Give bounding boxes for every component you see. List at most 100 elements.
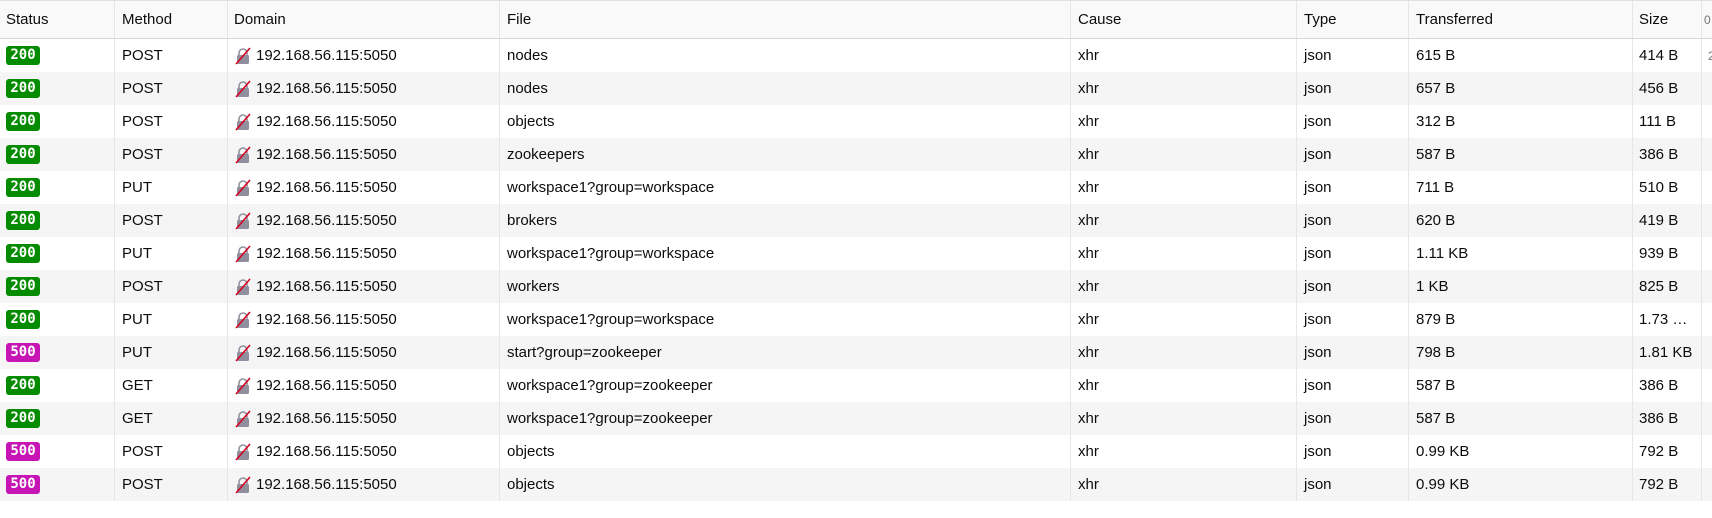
domain-text: 192.168.56.115:5050 (256, 113, 397, 130)
domain-text: 192.168.56.115:5050 (256, 476, 397, 493)
column-header-label: Cause (1078, 11, 1122, 28)
table-row[interactable]: 200 POST 192.168.56.115:5050 zookeepers … (0, 138, 1712, 171)
table-row[interactable]: 200 PUT 192.168.56.115:5050 workspace1?g… (0, 171, 1712, 204)
domain-cell: 192.168.56.115:5050 (228, 39, 500, 72)
table-row[interactable]: 500 POST 192.168.56.115:5050 objects xhr… (0, 435, 1712, 468)
file-cell: workspace1?group=workspace (500, 171, 1071, 204)
transferred-text: 620 B (1416, 212, 1456, 229)
transferred-text: 798 B (1416, 344, 1456, 361)
method-cell: POST (115, 138, 228, 171)
column-header-file[interactable]: File (500, 1, 1071, 38)
file-cell: brokers (500, 204, 1071, 237)
table-row[interactable]: 200 PUT 192.168.56.115:5050 workspace1?g… (0, 237, 1712, 270)
size-cell: 939 B (1633, 237, 1702, 270)
status-badge: 200 (6, 310, 40, 329)
column-header-transferred[interactable]: Transferred (1409, 1, 1633, 38)
type-text: json (1304, 179, 1332, 196)
column-header-domain[interactable]: Domain (228, 1, 500, 38)
method-text: POST (122, 80, 163, 97)
table-row[interactable]: 200 POST 192.168.56.115:5050 objects xhr… (0, 105, 1712, 138)
column-header-label: Status (6, 11, 49, 28)
table-row[interactable]: 500 POST 192.168.56.115:5050 objects xhr… (0, 468, 1712, 501)
size-text: 386 B (1639, 146, 1679, 163)
table-row[interactable]: 200 POST 192.168.56.115:5050 nodes xhr j… (0, 72, 1712, 105)
cause-cell: xhr (1071, 402, 1297, 435)
cause-text: xhr (1078, 146, 1099, 163)
waterfall-cell (1702, 270, 1712, 303)
column-header-type[interactable]: Type (1297, 1, 1409, 38)
size-cell: 456 B (1633, 72, 1702, 105)
type-cell: json (1297, 138, 1409, 171)
type-cell: json (1297, 468, 1409, 501)
status-cell: 200 (0, 39, 115, 72)
column-header-method[interactable]: Method (115, 1, 228, 38)
size-text: 792 B (1639, 476, 1679, 493)
transferred-text: 1.11 KB (1416, 245, 1469, 262)
table-row[interactable]: 200 POST 192.168.56.115:5050 workers xhr… (0, 270, 1712, 303)
insecure-lock-icon (235, 112, 251, 131)
size-cell: 111 B (1633, 105, 1702, 138)
waterfall-cell: 2 (1702, 39, 1712, 72)
waterfall-cell (1702, 402, 1712, 435)
table-row[interactable]: 200 POST 192.168.56.115:5050 brokers xhr… (0, 204, 1712, 237)
method-text: PUT (122, 311, 152, 328)
table-row[interactable]: 200 POST 192.168.56.115:5050 nodes xhr j… (0, 39, 1712, 72)
type-cell: json (1297, 39, 1409, 72)
type-text: json (1304, 80, 1332, 97)
status-badge: 200 (6, 409, 40, 428)
method-cell: PUT (115, 171, 228, 204)
method-text: POST (122, 476, 163, 493)
domain-cell: 192.168.56.115:5050 (228, 270, 500, 303)
waterfall-cell (1702, 435, 1712, 468)
method-text: GET (122, 377, 153, 394)
cause-cell: xhr (1071, 237, 1297, 270)
cause-text: xhr (1078, 179, 1099, 196)
status-badge: 200 (6, 244, 40, 263)
file-cell: zookeepers (500, 138, 1071, 171)
file-text: workspace1?group=workspace (507, 245, 715, 262)
cause-text: xhr (1078, 443, 1099, 460)
cause-text: xhr (1078, 344, 1099, 361)
file-cell: start?group=zookeeper (500, 336, 1071, 369)
type-text: json (1304, 377, 1332, 394)
type-cell: json (1297, 72, 1409, 105)
table-row[interactable]: 200 GET 192.168.56.115:5050 workspace1?g… (0, 369, 1712, 402)
column-header-size[interactable]: Size (1633, 1, 1702, 38)
method-text: POST (122, 212, 163, 229)
column-header-waterfall[interactable]: 0 (1702, 1, 1712, 38)
file-text: brokers (507, 212, 558, 229)
file-text: workspace1?group=workspace (507, 311, 715, 328)
type-text: json (1304, 344, 1332, 361)
cause-text: xhr (1078, 47, 1099, 64)
method-cell: POST (115, 39, 228, 72)
size-cell: 792 B (1633, 468, 1702, 501)
table-header: Status Method Domain File Cause Type Tra… (0, 0, 1712, 39)
status-badge: 500 (6, 343, 40, 362)
column-header-status[interactable]: Status (0, 1, 115, 38)
cause-text: xhr (1078, 113, 1099, 130)
type-text: json (1304, 146, 1332, 163)
transferred-cell: 0.99 KB (1409, 435, 1633, 468)
transferred-cell: 657 B (1409, 72, 1633, 105)
table-row[interactable]: 200 GET 192.168.56.115:5050 workspace1?g… (0, 402, 1712, 435)
insecure-lock-icon (235, 46, 251, 65)
column-header-label: 0 (1704, 12, 1711, 27)
size-text: 414 B (1639, 47, 1679, 64)
type-text: json (1304, 278, 1332, 295)
size-text: 792 B (1639, 443, 1679, 460)
size-text: 939 B (1639, 245, 1679, 262)
column-header-cause[interactable]: Cause (1071, 1, 1297, 38)
table-row[interactable]: 500 PUT 192.168.56.115:5050 start?group=… (0, 336, 1712, 369)
file-text: nodes (507, 47, 548, 64)
table-row[interactable]: 200 PUT 192.168.56.115:5050 workspace1?g… (0, 303, 1712, 336)
file-cell: objects (500, 105, 1071, 138)
transferred-cell: 879 B (1409, 303, 1633, 336)
insecure-lock-icon (235, 244, 251, 263)
cause-cell: xhr (1071, 303, 1297, 336)
network-requests-table: Status Method Domain File Cause Type Tra… (0, 0, 1712, 501)
file-text: objects (507, 476, 555, 493)
domain-cell: 192.168.56.115:5050 (228, 336, 500, 369)
cause-cell: xhr (1071, 435, 1297, 468)
type-text: json (1304, 245, 1332, 262)
domain-cell: 192.168.56.115:5050 (228, 303, 500, 336)
